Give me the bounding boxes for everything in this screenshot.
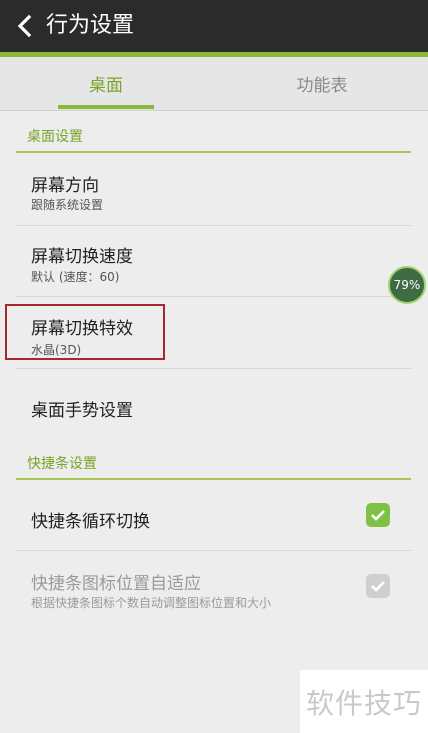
- item-divider: [16, 368, 411, 369]
- section-label-desktop-settings: 桌面设置: [27, 129, 83, 145]
- item-title: 屏幕方向: [31, 176, 99, 196]
- memory-usage-float-badge[interactable]: 79%: [388, 266, 426, 304]
- shortcut-loop-checkbox[interactable]: [366, 503, 390, 527]
- back-chevron-icon: [17, 14, 32, 38]
- checkmark-icon: [371, 581, 385, 592]
- item-divider: [16, 550, 411, 551]
- item-subtitle: 跟随系统设置: [31, 198, 104, 212]
- shortcut-icon-adaptive-checkbox[interactable]: [366, 574, 390, 598]
- item-subtitle: 根据快捷条图标个数自动调整图标位置和大小: [31, 596, 272, 610]
- back-button[interactable]: [8, 8, 40, 44]
- item-title: 快捷条循环切换: [31, 512, 150, 532]
- item-divider: [16, 296, 411, 297]
- section-divider: [16, 151, 411, 153]
- page-title: 行为设置: [46, 13, 135, 38]
- app-header: 行为设置: [0, 0, 428, 52]
- item-title: 屏幕切换速度: [31, 247, 133, 267]
- tab-function-list[interactable]: 功能表: [262, 57, 382, 110]
- item-subtitle: 默认 (速度：60): [31, 270, 120, 284]
- section-divider: [16, 478, 411, 480]
- item-title: 快捷条图标位置自适应: [31, 574, 201, 594]
- tab-desktop[interactable]: 桌面: [58, 57, 154, 110]
- highlight-annotation-box: [5, 304, 165, 360]
- item-divider: [16, 225, 411, 226]
- watermark: 软件技巧: [300, 670, 428, 733]
- checkmark-icon: [371, 510, 385, 521]
- active-tab-indicator: [58, 105, 154, 109]
- tab-bar: 桌面 功能表: [0, 57, 428, 111]
- section-label-shortcut-settings: 快捷条设置: [27, 456, 97, 472]
- item-title: 桌面手势设置: [31, 401, 133, 421]
